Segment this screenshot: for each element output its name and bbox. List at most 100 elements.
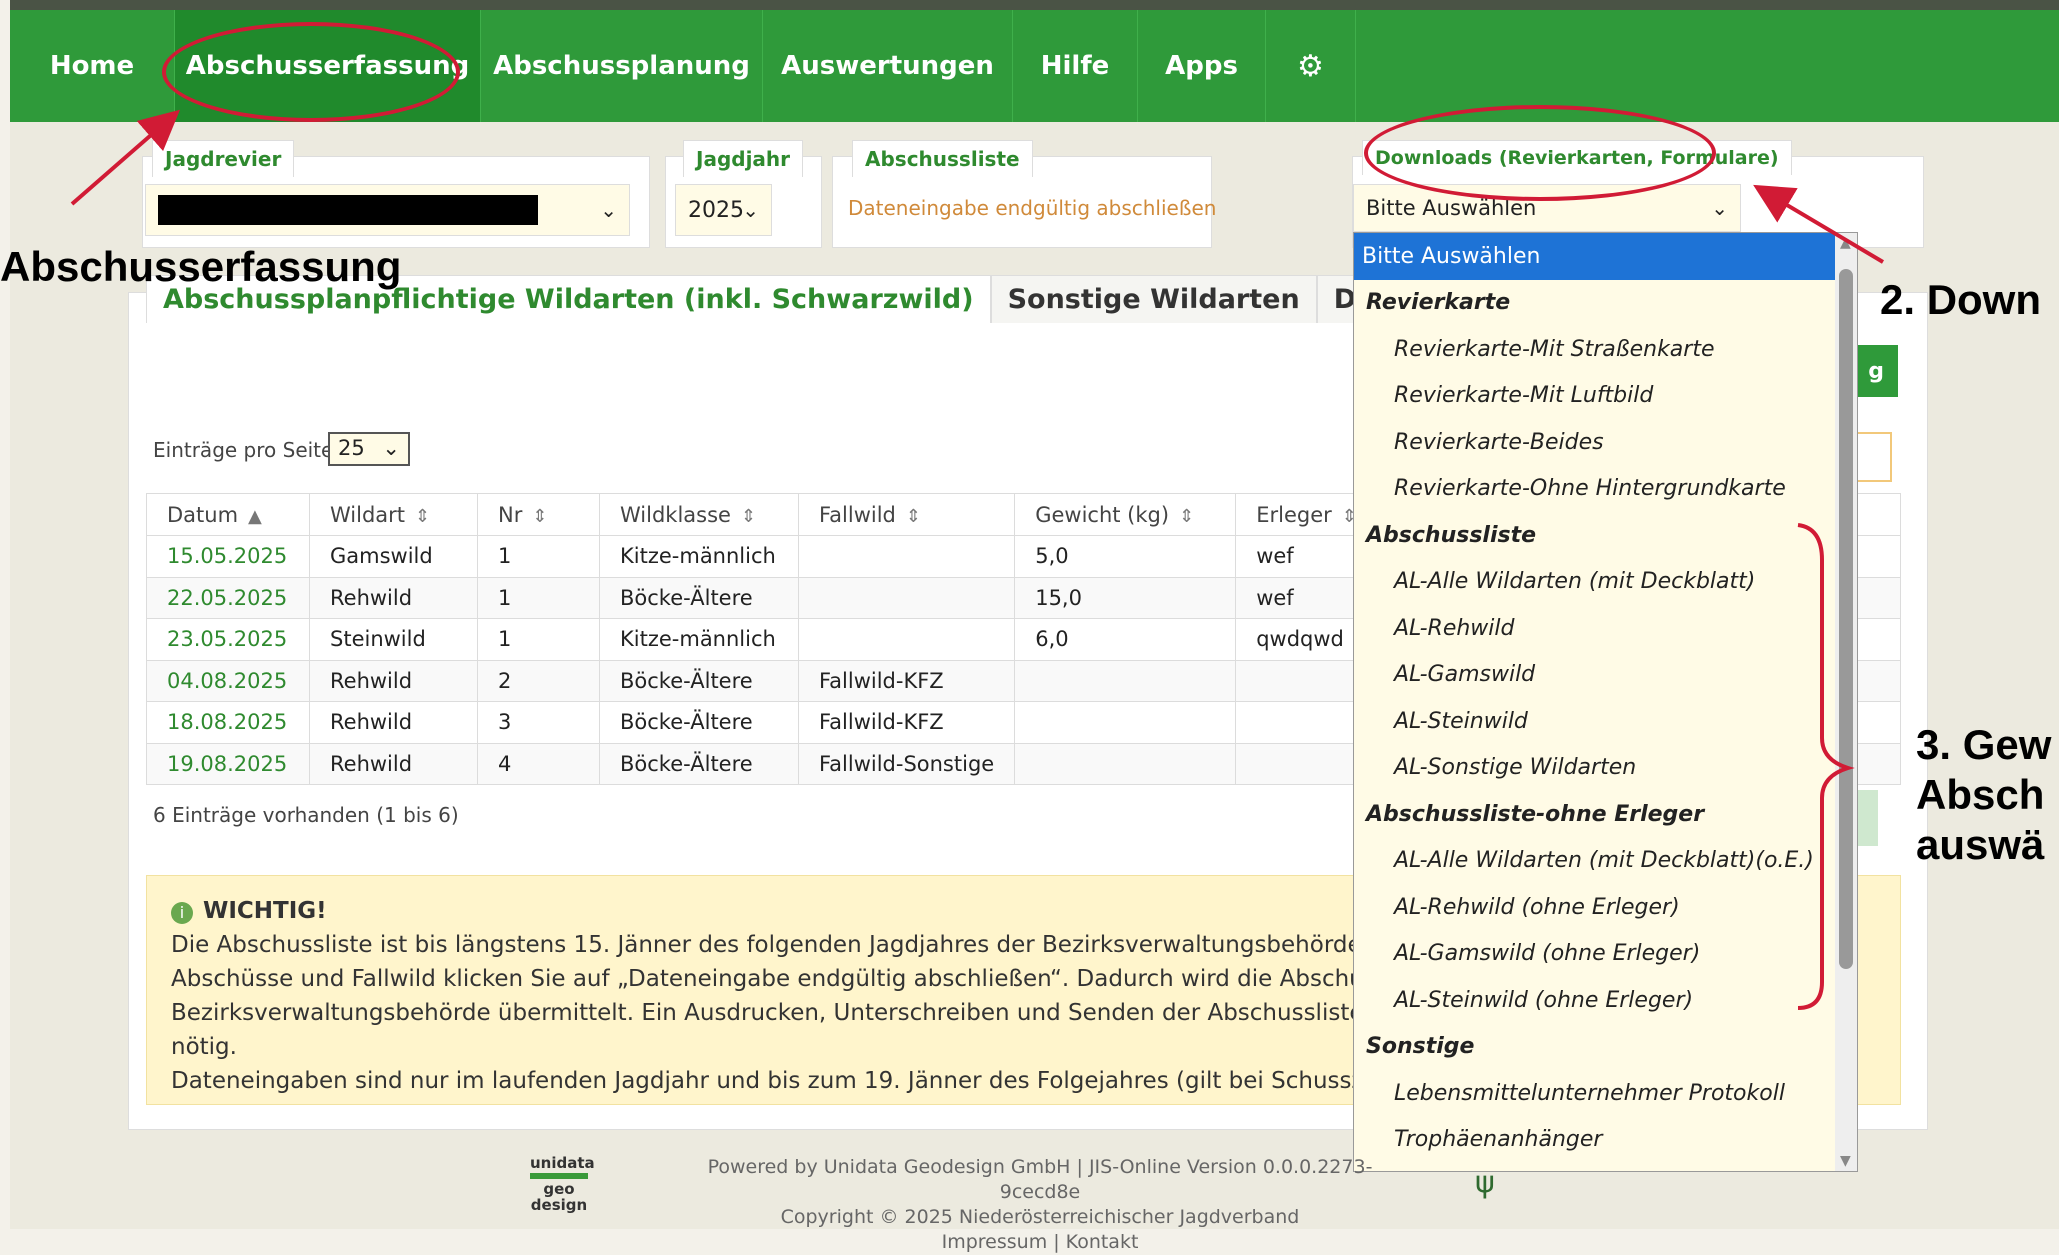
sort-icon: ⇕ [740,505,757,527]
footer-powered-by: Powered by Unidata Geodesign GmbH | JIS-… [707,1156,1373,1203]
dropdown-scrollbar[interactable]: ▲ ▼ [1835,233,1857,1171]
dropdown-group-label: Sonstige [1366,1034,1475,1060]
entries-info: 6 Einträge vorhanden (1 bis 6) [153,803,459,827]
dropdown-option[interactable]: Trophäenanhänger mit Erleger [1354,1163,1857,1171]
table-cell: Rehwild [309,576,478,619]
chevron-down-icon: ⌄ [1711,196,1728,220]
nav-auswertungen[interactable]: Auswertungen [763,10,1013,122]
jagdjahr-select[interactable]: 2025 ⌄ [675,184,772,236]
chevron-down-icon: ⌄ [382,436,400,460]
table-cell [797,618,1016,661]
table-cell: Böcke-Ältere [599,742,799,785]
dropdown-options: Bitte Auswählen Revierkarte Revierkarte-Mi… [1354,233,1857,1171]
dropdown-option[interactable]: AL-Steinwild (ohne Erleger) [1354,977,1857,1024]
dropdown-option[interactable]: AL-Alle Wildarten (mit Deckblatt) [1354,559,1857,606]
col-fallwild[interactable]: Fallwild ⇕ [797,493,1016,536]
table-cell: Rehwild [309,659,478,702]
dropdown-option[interactable]: AL-Alle Wildarten (mit Deckblatt)(o.E.) [1354,838,1857,885]
tab-sonstige-wildarten[interactable]: Sonstige Wildarten [990,275,1317,323]
table-cell: Böcke-Ältere [599,659,799,702]
dateneingabe-abschliessen-link[interactable]: Dateneingabe endgültig abschließen [848,196,1216,220]
important-title: WICHTIG! [203,898,327,924]
col-nr[interactable]: Nr ⇕ [477,493,600,536]
annotation-label-1: Abschusserfassung [0,243,402,290]
redacted-revier-name [158,195,538,225]
cell-datum[interactable]: 22.05.2025 [146,576,310,619]
table-cell: 1 [477,576,600,619]
cell-datum[interactable]: 19.08.2025 [146,742,310,785]
dropdown-option[interactable]: AL-Rehwild [1354,605,1857,652]
scroll-up-icon[interactable]: ▲ [1840,235,1851,251]
footer-links[interactable]: Impressum | Kontakt [680,1230,1400,1255]
table-cell [1014,701,1237,744]
table-cell: 6,0 [1014,618,1237,661]
table-cell: 15,0 [1014,576,1237,619]
table-cell: 1 [477,535,600,578]
entries-per-page-select[interactable]: 25 ⌄ [328,432,410,466]
sort-icon: ⇕ [532,505,548,527]
top-strip [10,0,2059,10]
chevron-down-icon: ⌄ [600,198,617,222]
annotation-label-3-line: Absch [1916,771,2045,818]
sort-asc-icon: ▲ [248,505,262,527]
dropdown-option[interactable]: Revierkarte-Ohne Hintergrundkarte [1354,466,1857,513]
table-cell: Fallwild-Sonstige [797,742,1016,785]
jagdrevier-label: Jagdrevier [152,140,295,177]
sort-icon: ⇕ [905,505,921,527]
dropdown-option[interactable]: Lebensmittelunternehmer Protokoll [1354,1070,1857,1117]
sort-icon: ⇕ [415,505,431,527]
downloads-dropdown-list: Bitte Auswählen Revierkarte Revierkarte-Mi… [1353,232,1858,1172]
dropdown-group-label: Abschussliste-ohne Erleger [1366,801,1705,827]
dropdown-group-label: Abschussliste [1366,522,1537,548]
cell-datum[interactable]: 23.05.2025 [146,618,310,661]
jagdrevier-select[interactable]: ⌄ [145,184,630,236]
nav-hilfe[interactable]: Hilfe [1013,10,1138,122]
nav-apps[interactable]: Apps [1138,10,1266,122]
scroll-thumb[interactable] [1839,269,1853,969]
table-cell: Gamswild [309,535,478,578]
table-cell: Fallwild-KFZ [797,701,1016,744]
table-cell [797,576,1016,619]
sort-icon: ⇕ [1179,505,1195,527]
cell-datum[interactable]: 15.05.2025 [146,535,310,578]
annotation-label-3-line: 3. Gew [1916,721,2052,768]
table-cell: 3 [477,701,600,744]
jagdjahr-value: 2025 [688,197,744,223]
table-cell: Böcke-Ältere [599,701,799,744]
settings-gear-icon[interactable]: ⚙ [1266,10,1356,122]
dropdown-option[interactable]: AL-Rehwild (ohne Erleger) [1354,884,1857,931]
dropdown-group-label: Revierkarte [1366,290,1511,316]
jagdverband-logo-icon: ψ [1475,1165,1495,1200]
annotation-label-3: 3. Gew Absch auswä [1916,720,2051,870]
dropdown-option[interactable]: Bitte Auswählen [1354,233,1857,280]
dropdown-option[interactable]: Revierkarte-Mit Luftbild [1354,373,1857,420]
cell-datum[interactable]: 18.08.2025 [146,701,310,744]
col-datum[interactable]: Datum ▲ [146,493,310,536]
dropdown-option[interactable]: AL-Gamswild (ohne Erleger) [1354,931,1857,978]
dropdown-option[interactable]: AL-Sonstige Wildarten [1354,745,1857,792]
table-cell [1014,742,1237,785]
table-cell: Kitze-männlich [599,618,799,661]
annotation-ellipse-nav [162,22,460,122]
jagdjahr-label: Jagdjahr [683,140,804,177]
scroll-down-icon[interactable]: ▼ [1840,1153,1851,1169]
cell-datum[interactable]: 04.08.2025 [146,659,310,702]
annotation-label-2: 2. Down [1880,276,2042,323]
dropdown-option[interactable]: Trophäenanhänger [1354,1117,1857,1164]
table-cell: Steinwild [309,618,478,661]
col-wildklasse[interactable]: Wildklasse ⇕ [599,493,799,536]
dropdown-option[interactable]: AL-Steinwild [1354,698,1857,745]
entries-per-page-label: Einträge pro Seite [153,438,334,462]
nav-abschussplanung[interactable]: Abschussplanung [481,10,763,122]
dropdown-option[interactable]: Revierkarte-Mit Straßenkarte [1354,326,1857,373]
abschussliste-label: Abschussliste [852,140,1033,177]
table-cell: 5,0 [1014,535,1237,578]
col-wildart[interactable]: Wildart ⇕ [309,493,478,536]
table-cell: Rehwild [309,701,478,744]
dropdown-option[interactable]: Revierkarte-Beides [1354,419,1857,466]
col-gewicht[interactable]: Gewicht (kg) ⇕ [1014,493,1237,536]
table-cell: Rehwild [309,742,478,785]
nav-home[interactable]: Home [10,10,175,122]
entries-per-page-value: 25 [338,436,365,460]
dropdown-option[interactable]: AL-Gamswild [1354,652,1857,699]
